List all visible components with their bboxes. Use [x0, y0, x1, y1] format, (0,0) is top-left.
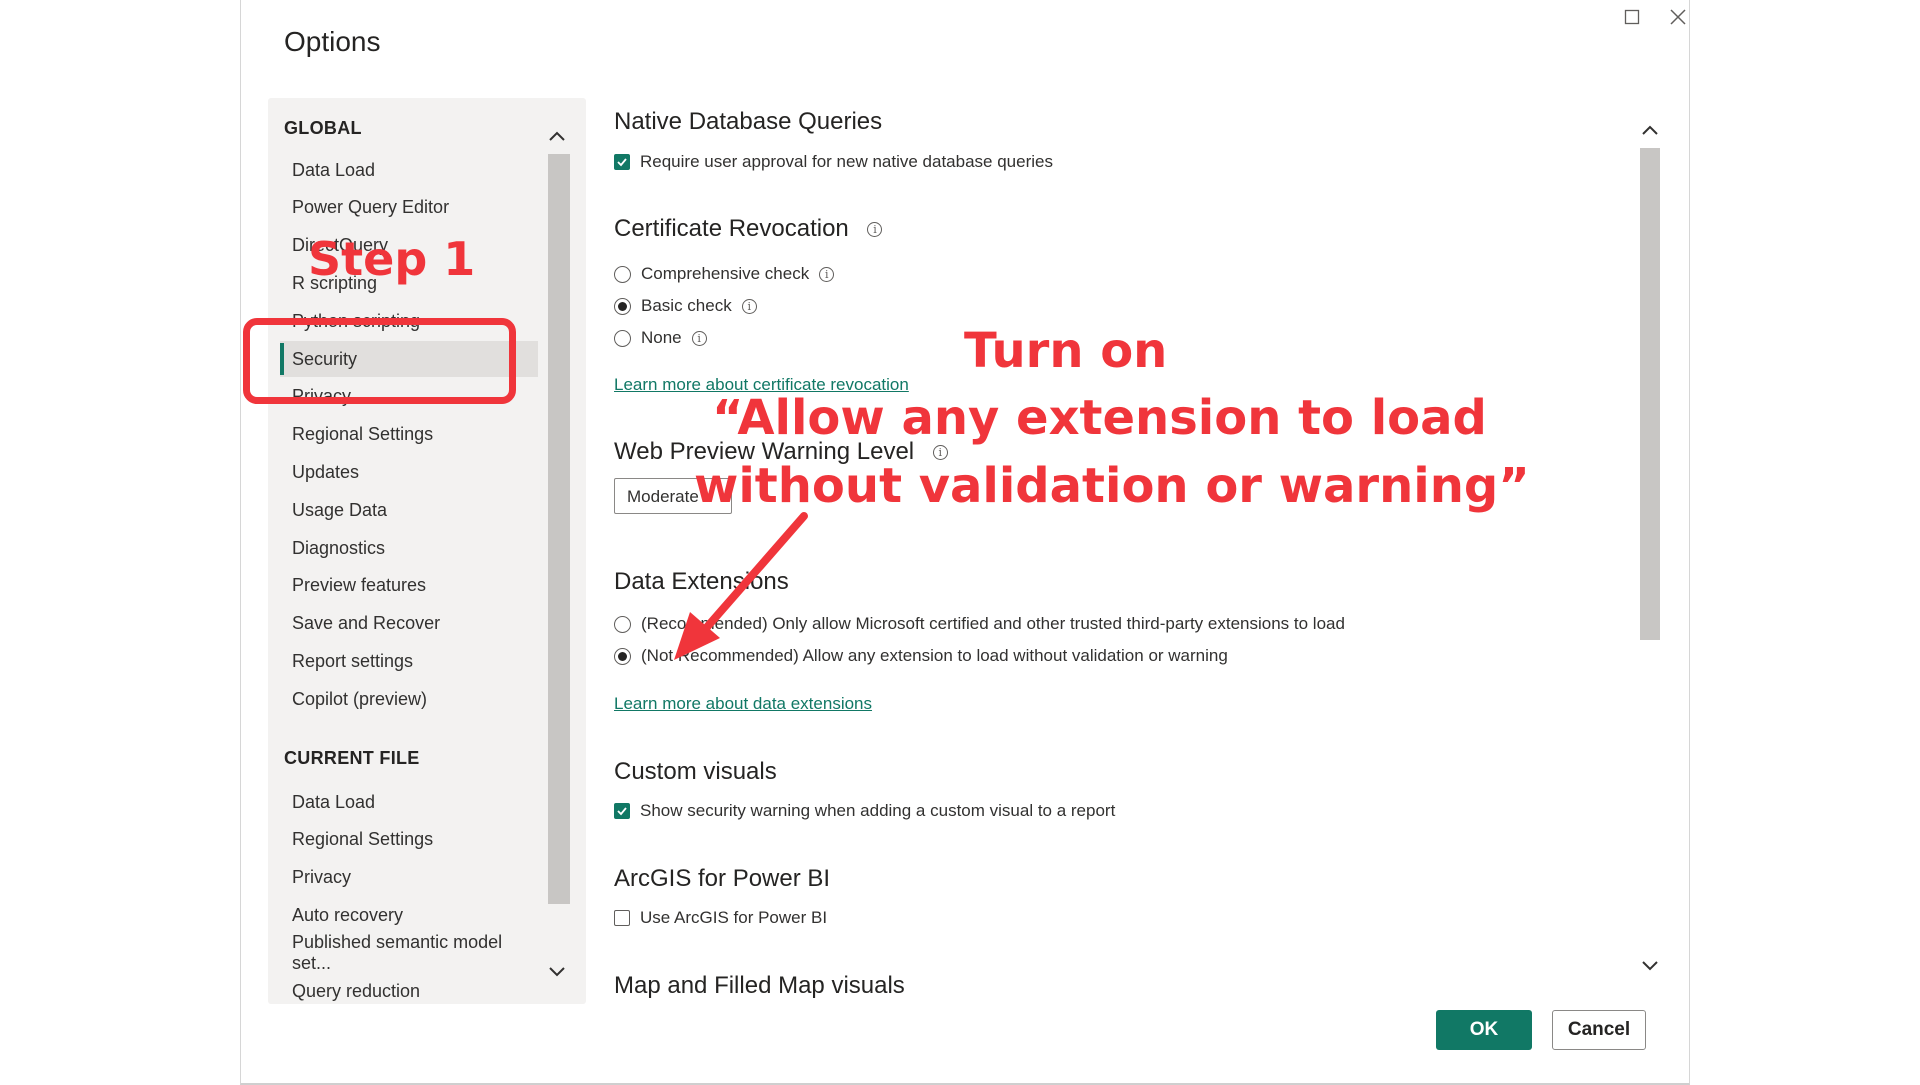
checkbox-unchecked-icon [614, 910, 630, 926]
content-scroll-up-button[interactable] [1638, 118, 1662, 142]
nav-item-label: Query reduction [292, 980, 421, 1001]
nav-item-diagnostics[interactable]: Diagnostics [280, 530, 538, 566]
nav-item-label: Usage Data [292, 499, 388, 520]
require-approval-label: Require user approval for new native dat… [640, 152, 1053, 171]
nav-item-updates[interactable]: Updates [280, 454, 538, 490]
cert-revocation-heading-text: Certificate Revocation [614, 215, 849, 242]
show-security-warning-checkbox[interactable]: Show security warning when adding a cust… [614, 801, 1115, 821]
nav-item-label: Report settings [292, 650, 414, 671]
nav-item-report-settings[interactable]: Report settings [280, 643, 538, 679]
cancel-button[interactable]: Cancel [1552, 1010, 1646, 1050]
radio-label: Basic check [641, 296, 732, 315]
info-icon[interactable]: i [819, 266, 835, 282]
custom-visuals-heading: Custom visuals [614, 758, 777, 785]
nav-scrollbar-thumb[interactable] [548, 154, 570, 904]
nav-item-label: Published semantic model set... [292, 932, 503, 974]
nav-item-label: Data Load [292, 159, 376, 180]
radio-none[interactable]: None i [614, 328, 707, 348]
nav-item-current-file-privacy[interactable]: Privacy [280, 860, 538, 896]
chevron-down-icon [549, 967, 565, 977]
content-scroll-down-button[interactable] [1638, 954, 1662, 978]
nav-item-label: Regional Settings [292, 424, 434, 445]
close-button[interactable] [1662, 2, 1694, 32]
nav-item-label: Regional Settings [292, 829, 434, 850]
content-scrollbar-thumb[interactable] [1640, 148, 1660, 640]
turn-on-annotation-line1: Turn on [964, 323, 1168, 379]
learn-more-extensions-link[interactable]: Learn more about data extensions [614, 694, 872, 714]
nav-scroll-down-button[interactable] [545, 960, 569, 984]
nav-scroll-up-button[interactable] [545, 124, 569, 148]
nav-item-label: Preview features [292, 575, 427, 596]
nav-item-current-file-auto-recovery[interactable]: Auto recovery [280, 897, 538, 933]
nav-item-current-file-published-semantic-model-set[interactable]: Published semantic model set... [280, 932, 538, 974]
ok-button[interactable]: OK [1436, 1010, 1532, 1050]
nav-item-current-file-data-load[interactable]: Data Load [280, 784, 538, 820]
cert-revocation-heading: Certificate Revocation i [614, 215, 883, 243]
map-visuals-heading: Map and Filled Map visuals [614, 972, 905, 999]
radio-icon [614, 329, 631, 347]
arcgis-heading: ArcGIS for Power BI [614, 865, 831, 892]
radio-comprehensive-check[interactable]: Comprehensive check i [614, 264, 835, 284]
use-arcgis-label: Use ArcGIS for Power BI [640, 908, 828, 927]
nav-item-data-load[interactable]: Data Load [280, 152, 538, 188]
arrow-annotation-icon [674, 512, 808, 660]
chevron-up-icon [1642, 125, 1658, 135]
radio-basic-check[interactable]: Basic check i [614, 296, 757, 316]
radio-selected-icon [614, 647, 631, 665]
nav-section-current-file: CURRENT FILE [284, 748, 420, 768]
radio-label: None [641, 328, 682, 347]
dialog-title: Options [284, 26, 381, 57]
nav-item-label: Copilot (preview) [292, 688, 428, 709]
checkbox-checked-icon [614, 154, 630, 170]
maximize-icon [1624, 9, 1640, 25]
nav-item-usage-data[interactable]: Usage Data [280, 492, 538, 528]
step1-highlight-box [243, 318, 516, 404]
nav-item-label: Privacy [292, 867, 352, 888]
use-arcgis-checkbox[interactable]: Use ArcGIS for Power BI [614, 908, 827, 928]
nav-item-label: Updates [292, 461, 360, 482]
radio-icon [614, 265, 631, 283]
radio-label: Comprehensive check [641, 264, 810, 283]
nav-item-label: Auto recovery [292, 904, 404, 925]
nav-section-global: GLOBAL [284, 118, 362, 138]
nav-item-copilot-preview[interactable]: Copilot (preview) [280, 681, 538, 717]
radio-selected-icon [614, 297, 631, 315]
close-icon [1670, 9, 1686, 25]
info-icon[interactable]: i [867, 222, 883, 238]
chevron-down-icon [1642, 961, 1658, 971]
nav-item-current-file-query-reduction[interactable]: Query reduction [280, 973, 538, 1004]
nav-item-save-and-recover[interactable]: Save and Recover [280, 606, 538, 642]
chevron-up-icon [549, 131, 565, 141]
nav-item-regional-settings[interactable]: Regional Settings [280, 417, 538, 453]
turn-on-annotation-line2: “Allow any extension to load [712, 390, 1487, 446]
radio-icon [614, 615, 631, 633]
show-warning-label: Show security warning when adding a cust… [640, 801, 1116, 820]
nav-item-label: Data Load [292, 791, 376, 812]
require-approval-checkbox[interactable]: Require user approval for new native dat… [614, 152, 1053, 172]
nav-item-label: Power Query Editor [292, 197, 450, 218]
nav-item-power-query-editor[interactable]: Power Query Editor [280, 190, 538, 226]
native-db-heading: Native Database Queries [614, 108, 883, 135]
info-icon[interactable]: i [691, 330, 707, 346]
step1-annotation: Step 1 [308, 232, 476, 286]
info-icon[interactable]: i [741, 298, 757, 314]
nav-item-preview-features[interactable]: Preview features [280, 568, 538, 604]
checkbox-checked-icon [614, 803, 630, 819]
nav-item-current-file-regional-settings[interactable]: Regional Settings [280, 822, 538, 858]
nav-item-label: Save and Recover [292, 613, 441, 634]
maximize-button[interactable] [1616, 2, 1648, 32]
nav-item-label: Diagnostics [292, 537, 386, 558]
